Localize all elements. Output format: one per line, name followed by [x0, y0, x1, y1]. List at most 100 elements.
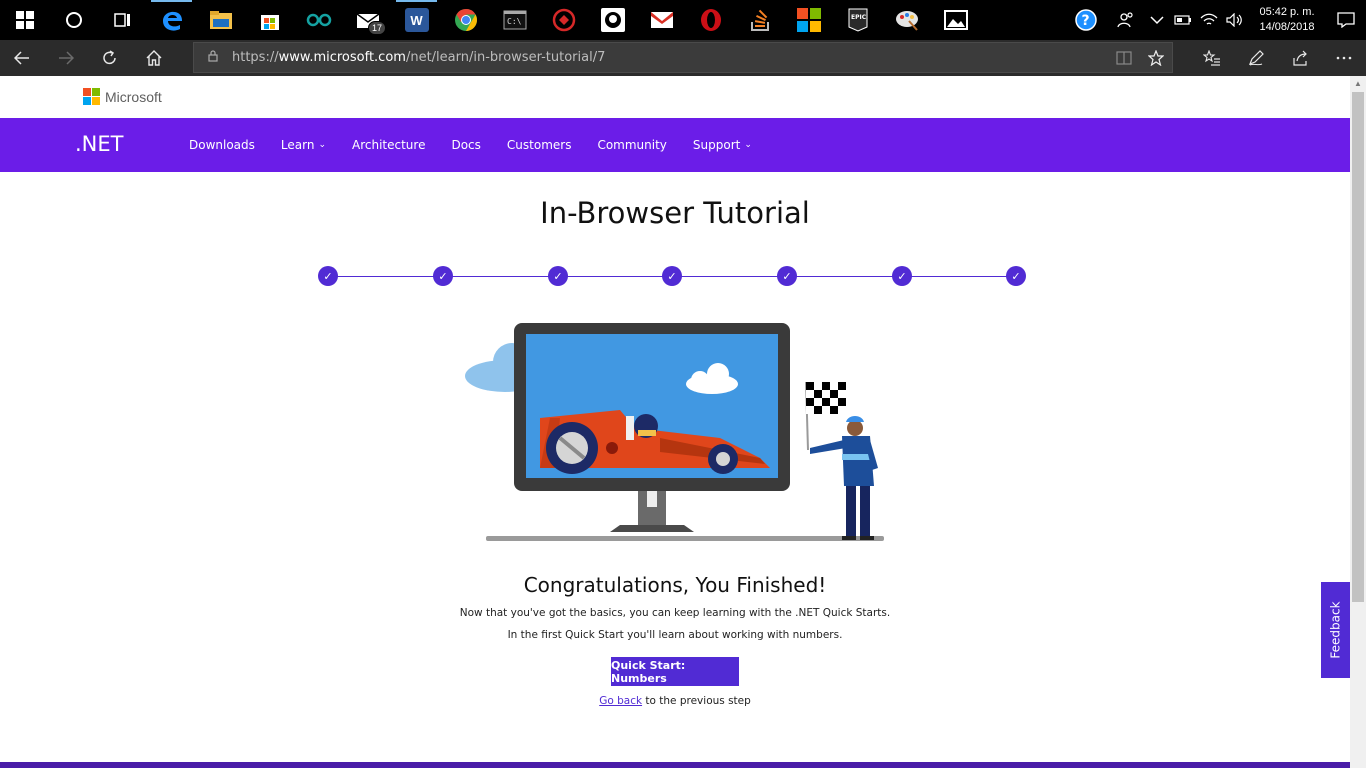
battery-button[interactable]	[1170, 0, 1196, 40]
home-button[interactable]	[132, 40, 176, 76]
web-note-button[interactable]	[1234, 40, 1278, 76]
task-view-button[interactable]	[98, 0, 147, 40]
opera-button[interactable]	[686, 0, 735, 40]
system-tray: ? 05:42 p. m. 14/08/2018	[1064, 0, 1366, 40]
terminal-button[interactable]: C:\	[490, 0, 539, 40]
edge-taskbar-button[interactable]	[147, 0, 196, 40]
step-7[interactable]: ✓	[1006, 266, 1026, 286]
main-menu: Downloads Learn ⌄ Architecture Docs Custo…	[189, 118, 778, 172]
refresh-button[interactable]	[88, 40, 132, 76]
microsoft-logo[interactable]: Microsoft	[83, 88, 162, 105]
go-back-text: to the previous step	[642, 695, 751, 707]
page-scrollbar[interactable]: ▲	[1350, 76, 1366, 768]
check-icon: ✓	[667, 270, 677, 283]
taskbar: 17 W C:\ EPIC ? 05:42 p. m. 14/08/2018	[0, 0, 1366, 40]
refresh-icon	[103, 50, 116, 65]
arduino-button[interactable]	[294, 0, 343, 40]
step-5[interactable]: ✓	[777, 266, 797, 286]
check-icon: ✓	[438, 270, 448, 283]
back-button[interactable]	[0, 40, 44, 76]
store-button[interactable]	[245, 0, 294, 40]
microsoft-logo-icon	[796, 8, 821, 32]
start-button[interactable]	[0, 0, 49, 40]
wifi-icon	[1200, 13, 1218, 25]
step-1[interactable]: ✓	[318, 266, 338, 286]
chevron-down-icon: ⌄	[318, 140, 326, 150]
github-icon	[600, 8, 625, 32]
clock-date: 14/08/2018	[1259, 21, 1315, 33]
share-button[interactable]	[1278, 40, 1322, 76]
feedback-label: Feedback	[1328, 601, 1343, 659]
go-back-link[interactable]: Go back	[599, 695, 642, 707]
photos-button[interactable]	[931, 0, 980, 40]
step-4[interactable]: ✓	[662, 266, 682, 286]
go-back-line: Go back to the previous step	[0, 695, 1350, 707]
word-button[interactable]: W	[392, 0, 441, 40]
stackoverflow-icon	[750, 9, 769, 31]
svg-text:?: ?	[1082, 13, 1090, 29]
step-2[interactable]: ✓	[433, 266, 453, 286]
red-app-button[interactable]	[539, 0, 588, 40]
page-title: In-Browser Tutorial	[540, 196, 810, 230]
chevron-down-icon: ⌄	[744, 140, 752, 150]
address-bar[interactable]: https://www.microsoft.com/net/learn/in-b…	[193, 42, 1173, 73]
clock-time: 05:42 p. m.	[1259, 6, 1315, 18]
url-prefix: https://	[232, 50, 279, 65]
dotnet-brand[interactable]: .NET	[75, 132, 123, 156]
favorite-button[interactable]	[1140, 43, 1172, 72]
clock[interactable]: 05:42 p. m. 14/08/2018	[1248, 5, 1326, 35]
help-button[interactable]: ?	[1064, 0, 1108, 40]
mail-button[interactable]: 17	[343, 0, 392, 40]
wifi-button[interactable]	[1196, 0, 1222, 40]
menu-item-downloads[interactable]: Downloads	[189, 138, 255, 152]
page-content: Microsoft .NET Downloads Learn ⌄ Architec…	[0, 76, 1350, 768]
flag-person	[805, 381, 878, 540]
dotnet-nav: .NET Downloads Learn ⌄ Architecture Docs …	[0, 118, 1350, 172]
photos-icon	[943, 10, 968, 30]
action-center-button[interactable]	[1326, 0, 1366, 40]
check-icon: ✓	[897, 270, 907, 283]
windows-icon	[15, 11, 34, 29]
step-3[interactable]: ✓	[548, 266, 568, 286]
scroll-thumb[interactable]	[1352, 92, 1364, 602]
lock-icon[interactable]	[194, 50, 232, 65]
paint-button[interactable]	[882, 0, 931, 40]
feedback-tab[interactable]: Feedback	[1321, 582, 1350, 678]
menu-item-community[interactable]: Community	[597, 138, 666, 152]
quick-start-numbers-button[interactable]: Quick Start: Numbers	[611, 657, 739, 686]
reading-view-button[interactable]	[1108, 43, 1140, 72]
menu-item-architecture[interactable]: Architecture	[352, 138, 425, 152]
menu-item-support[interactable]: Support ⌄	[693, 138, 752, 152]
share-icon	[1293, 50, 1307, 66]
check-icon: ✓	[323, 270, 333, 283]
paint-palette-icon	[895, 11, 918, 31]
check-icon: ✓	[553, 270, 563, 283]
book-icon	[1116, 50, 1132, 65]
menu-item-learn[interactable]: Learn ⌄	[281, 138, 326, 152]
menu-item-customers[interactable]: Customers	[507, 138, 572, 152]
gmail-button[interactable]	[637, 0, 686, 40]
github-button[interactable]	[588, 0, 637, 40]
help-icon: ?	[1075, 9, 1097, 31]
more-button[interactable]	[1322, 40, 1366, 76]
people-button[interactable]	[1108, 0, 1144, 40]
step-6[interactable]: ✓	[892, 266, 912, 286]
epic-games-button[interactable]: EPIC	[833, 0, 882, 40]
chrome-button[interactable]	[441, 0, 490, 40]
cortana-button[interactable]	[49, 0, 98, 40]
forward-button[interactable]	[44, 40, 88, 76]
favorites-hub-button[interactable]	[1190, 40, 1234, 76]
show-hidden-icons-button[interactable]	[1144, 0, 1170, 40]
volume-button[interactable]	[1222, 0, 1248, 40]
url-text[interactable]: https://www.microsoft.com/net/learn/in-b…	[232, 50, 605, 65]
chevron-up-icon	[1150, 16, 1164, 25]
notification-icon	[1337, 12, 1355, 28]
store-icon	[260, 15, 279, 30]
menu-item-docs[interactable]: Docs	[451, 138, 480, 152]
scroll-up-icon[interactable]: ▲	[1350, 76, 1366, 92]
description-line-2: In the first Quick Start you'll learn ab…	[507, 629, 843, 641]
epic-games-icon: EPIC	[848, 8, 867, 32]
microsoft-app-button[interactable]	[784, 0, 833, 40]
file-explorer-button[interactable]	[196, 0, 245, 40]
stackoverflow-button[interactable]	[735, 0, 784, 40]
